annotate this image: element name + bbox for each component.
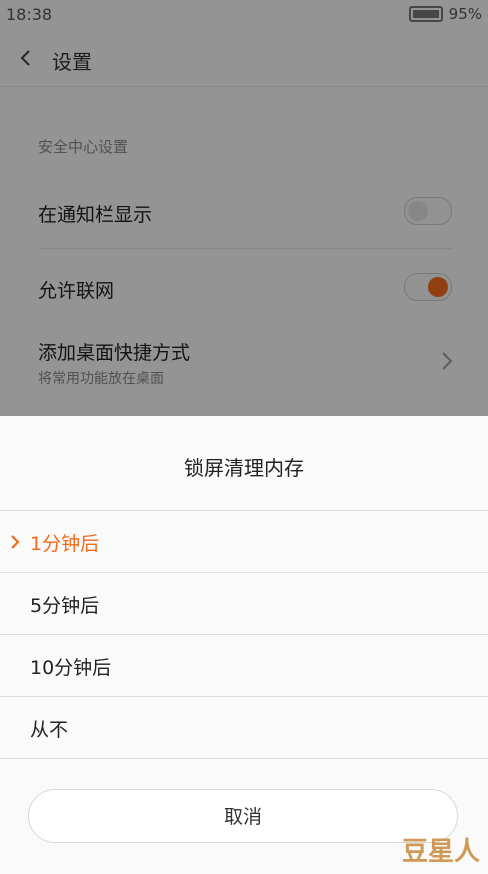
option-label: 1分钟后 [30, 533, 100, 555]
option-label: 从不 [30, 719, 69, 741]
option-label: 10分钟后 [30, 657, 112, 679]
option-label: 5分钟后 [30, 595, 100, 617]
option-10-minutes[interactable]: 10分钟后 [0, 634, 488, 696]
selected-chevron-icon [11, 535, 20, 549]
option-5-minutes[interactable]: 5分钟后 [0, 572, 488, 634]
dim-overlay[interactable] [0, 0, 488, 416]
cancel-button[interactable]: 取消 [28, 789, 458, 843]
option-never[interactable]: 从不 [0, 696, 488, 759]
watermark: 豆星人 [401, 837, 480, 867]
option-1-minute[interactable]: 1分钟后 [0, 510, 488, 572]
lock-screen-clean-dialog: 锁屏清理内存 1分钟后 5分钟后 10分钟后 从不 取消 豆星人 [0, 416, 488, 874]
dialog-title: 锁屏清理内存 [184, 456, 304, 480]
